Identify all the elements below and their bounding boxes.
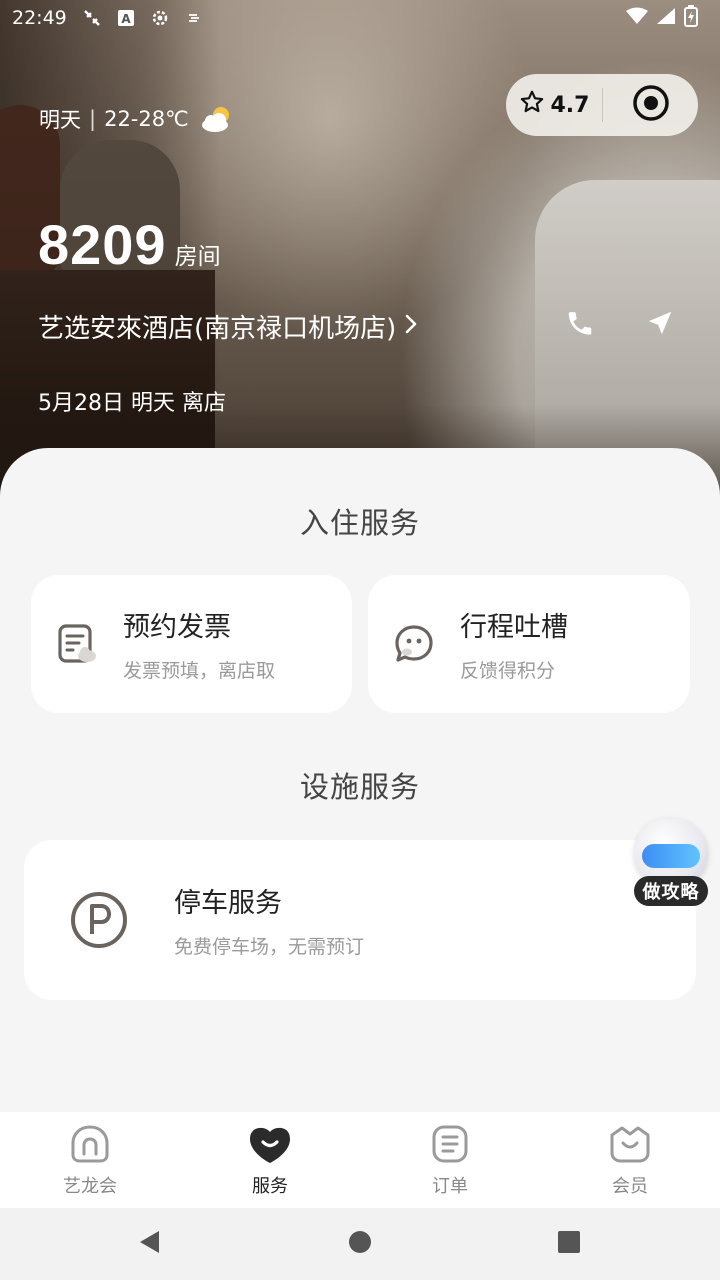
- invoice-card-title: 预约发票: [123, 612, 231, 643]
- bottom-tab-bar: 艺龙会 服务 订单 会员: [0, 1112, 720, 1208]
- home-icon: [68, 1122, 112, 1166]
- close-target-button[interactable]: [603, 74, 698, 136]
- assistant-label: 做攻略: [634, 876, 708, 906]
- status-bar: 22:49 A: [0, 0, 720, 36]
- navigate-button[interactable]: [638, 303, 682, 347]
- parking-service-card[interactable]: 停车服务 免费停车场，无需预订: [24, 840, 696, 1000]
- recents-square-icon: [557, 1230, 581, 1258]
- invoice-reservation-card[interactable]: 预约发票 发票预填，离店取: [31, 575, 352, 713]
- tab-label: 艺龙会: [63, 1176, 117, 1197]
- room-number-value: 8209: [38, 213, 167, 276]
- parking-card-title: 停车服务: [174, 888, 282, 919]
- weather-info: 明天 | 22-28℃: [39, 104, 235, 134]
- tab-yilong-club[interactable]: 艺龙会: [0, 1112, 180, 1208]
- tab-label: 服务: [252, 1176, 288, 1197]
- back-button[interactable]: [135, 1230, 163, 1258]
- app-a-icon: A: [115, 7, 137, 29]
- satellite-icon: [81, 7, 103, 29]
- rating-value: 4.7: [550, 92, 590, 118]
- weather-divider: |: [89, 107, 97, 131]
- invoice-card-subtitle: 发票预填，离店取: [123, 660, 276, 682]
- travel-assistant-button[interactable]: 做攻略: [630, 818, 712, 910]
- call-button[interactable]: [558, 303, 602, 347]
- tab-label: 订单: [432, 1176, 468, 1197]
- hotel-name-link[interactable]: 艺选安來酒店(南京禄口机场店): [38, 308, 418, 345]
- weather-day: 明天: [39, 108, 81, 132]
- recents-button[interactable]: [555, 1230, 583, 1258]
- data-saver-icon: [183, 7, 205, 29]
- room-number-unit: 房间: [174, 244, 221, 270]
- trip-feedback-card[interactable]: 行程吐槽 反馈得积分: [368, 575, 690, 713]
- checkout-date: 5月28日 明天 离店: [38, 391, 226, 416]
- feedback-card-subtitle: 反馈得积分: [460, 660, 556, 682]
- tab-orders[interactable]: 订单: [360, 1112, 540, 1208]
- member-icon: [608, 1122, 652, 1166]
- parking-icon: [24, 840, 174, 1000]
- home-button[interactable]: [346, 1230, 374, 1258]
- hotel-name-text: 艺选安來酒店(南京禄口机场店): [38, 314, 397, 344]
- room-number: 8209 房间: [38, 212, 221, 277]
- settings-icon: [149, 7, 171, 29]
- battery-icon: [684, 4, 698, 32]
- facility-services-title: 设施服务: [299, 770, 420, 804]
- svg-text:A: A: [121, 12, 131, 26]
- signal-icon: [656, 7, 676, 30]
- navigation-arrow-icon: [645, 308, 675, 342]
- chevron-right-icon: [404, 312, 418, 342]
- star-icon: [519, 89, 545, 121]
- robot-visor: [642, 844, 700, 868]
- checkin-services-title: 入住服务: [299, 506, 420, 540]
- order-icon: [428, 1122, 472, 1166]
- tab-services[interactable]: 服务: [180, 1112, 360, 1208]
- target-icon: [632, 84, 670, 126]
- feedback-card-title: 行程吐槽: [460, 612, 568, 643]
- feedback-icon: [368, 575, 460, 713]
- invoice-icon: [31, 575, 123, 713]
- weather-temp: 22-28℃: [104, 107, 189, 131]
- wifi-icon: [626, 7, 648, 30]
- back-triangle-icon: [137, 1229, 161, 1259]
- tab-label: 会员: [612, 1176, 648, 1197]
- tab-membership[interactable]: 会员: [540, 1112, 720, 1208]
- status-time: 22:49: [12, 7, 67, 29]
- system-navigation-bar: [0, 1208, 720, 1280]
- rating-pill: 4.7: [506, 74, 698, 136]
- parking-card-subtitle: 免费停车场，无需预订: [174, 936, 365, 958]
- partly-cloudy-icon: [199, 104, 235, 134]
- favorite-rating-button[interactable]: 4.7: [506, 74, 602, 136]
- home-circle-icon: [348, 1230, 372, 1258]
- phone-icon: [565, 308, 595, 342]
- service-heart-icon: [248, 1122, 292, 1166]
